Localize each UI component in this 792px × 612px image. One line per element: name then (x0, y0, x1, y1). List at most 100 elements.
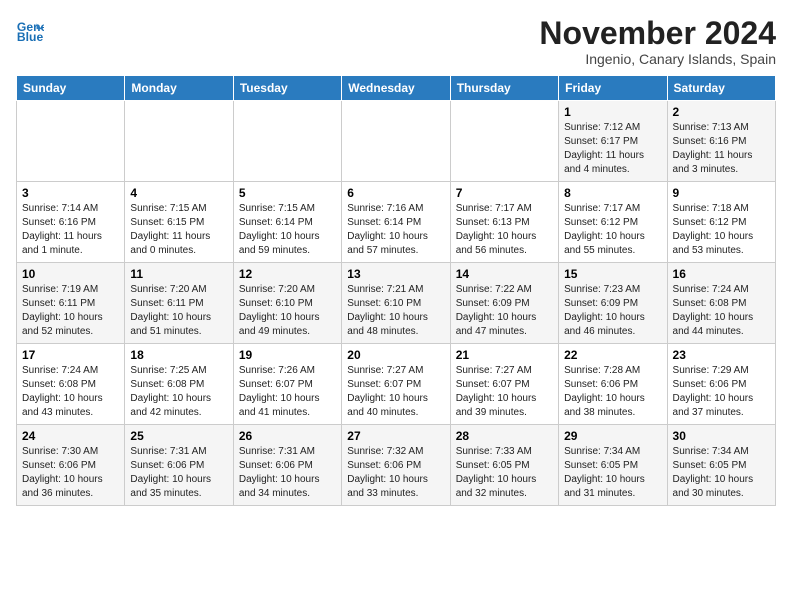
location-subtitle: Ingenio, Canary Islands, Spain (539, 51, 776, 67)
day-info: Sunrise: 7:26 AM Sunset: 6:07 PM Dayligh… (239, 364, 336, 420)
calendar-cell (17, 101, 125, 182)
day-info: Sunrise: 7:31 AM Sunset: 6:06 PM Dayligh… (130, 445, 227, 501)
day-info: Sunrise: 7:34 AM Sunset: 6:05 PM Dayligh… (564, 445, 661, 501)
day-number: 16 (673, 267, 770, 281)
day-info: Sunrise: 7:30 AM Sunset: 6:06 PM Dayligh… (22, 445, 119, 501)
day-number: 21 (456, 348, 553, 362)
day-info: Sunrise: 7:16 AM Sunset: 6:14 PM Dayligh… (347, 202, 444, 258)
calendar-cell (342, 101, 450, 182)
day-number: 9 (673, 186, 770, 200)
calendar-cell: 18Sunrise: 7:25 AM Sunset: 6:08 PM Dayli… (125, 344, 233, 425)
calendar-cell (125, 101, 233, 182)
calendar-header: SundayMondayTuesdayWednesdayThursdayFrid… (17, 76, 776, 101)
weekday-header-saturday: Saturday (667, 76, 775, 101)
week-row-4: 17 Sunrise: 7:24 AM Sunset: 6:08 PM Dayli… (17, 344, 776, 425)
calendar-cell: 6 Sunrise: 7:16 AM Sunset: 6:14 PM Daylig… (342, 182, 450, 263)
day-info: Sunrise: 7:22 AM Sunset: 6:09 PM Dayligh… (456, 283, 553, 339)
day-number: 28 (456, 429, 553, 443)
day-info: Sunrise: 7:23 AM Sunset: 6:09 PM Dayligh… (564, 283, 661, 339)
week-row-3: 10 Sunrise: 7:19 AM Sunset: 6:11 PM Dayli… (17, 263, 776, 344)
calendar-cell: 5 Sunrise: 7:15 AM Sunset: 6:14 PM Daylig… (233, 182, 341, 263)
weekday-header-monday: Monday (125, 76, 233, 101)
day-info: Sunrise: 7:13 AM Sunset: 6:16 PM Dayligh… (673, 121, 770, 177)
calendar-cell: 11 Sunrise: 7:20 AM Sunset: 6:11 PM Dayli… (125, 263, 233, 344)
calendar-cell: 17 Sunrise: 7:24 AM Sunset: 6:08 PM Dayli… (17, 344, 125, 425)
calendar-cell (233, 101, 341, 182)
day-number: 1 (564, 105, 661, 119)
day-info: Sunrise: 7:27 AM Sunset: 6:07 PM Dayligh… (347, 364, 444, 420)
day-info: Sunrise: 7:34 AM Sunset: 6:05 PM Dayligh… (673, 445, 770, 501)
day-number: 19 (239, 348, 336, 362)
title-block: November 2024 Ingenio, Canary Islands, S… (539, 16, 776, 67)
day-info: Sunrise: 7:24 AM Sunset: 6:08 PM Dayligh… (673, 283, 770, 339)
calendar-cell: 12Sunrise: 7:20 AM Sunset: 6:10 PM Dayli… (233, 263, 341, 344)
calendar-cell: 27 Sunrise: 7:32 AM Sunset: 6:06 PM Dayli… (342, 425, 450, 506)
calendar-cell (450, 101, 558, 182)
weekday-header-wednesday: Wednesday (342, 76, 450, 101)
calendar-cell: 30Sunrise: 7:34 AM Sunset: 6:05 PM Dayli… (667, 425, 775, 506)
calendar-cell: 26Sunrise: 7:31 AM Sunset: 6:06 PM Dayli… (233, 425, 341, 506)
day-info: Sunrise: 7:18 AM Sunset: 6:12 PM Dayligh… (673, 202, 770, 258)
calendar-cell: 2 Sunrise: 7:13 AM Sunset: 6:16 PM Daylig… (667, 101, 775, 182)
day-info: Sunrise: 7:12 AM Sunset: 6:17 PM Dayligh… (564, 121, 661, 177)
day-number: 27 (347, 429, 444, 443)
day-info: Sunrise: 7:17 AM Sunset: 6:13 PM Dayligh… (456, 202, 553, 258)
calendar-cell: 7Sunrise: 7:17 AM Sunset: 6:13 PM Daylig… (450, 182, 558, 263)
month-title: November 2024 (539, 16, 776, 51)
calendar-cell: 13 Sunrise: 7:21 AM Sunset: 6:10 PM Dayli… (342, 263, 450, 344)
weekday-header-friday: Friday (559, 76, 667, 101)
svg-text:Blue: Blue (17, 30, 44, 44)
calendar-cell: 1 Sunrise: 7:12 AM Sunset: 6:17 PM Daylig… (559, 101, 667, 182)
day-info: Sunrise: 7:32 AM Sunset: 6:06 PM Dayligh… (347, 445, 444, 501)
calendar-cell: 9 Sunrise: 7:18 AM Sunset: 6:12 PM Daylig… (667, 182, 775, 263)
day-number: 10 (22, 267, 119, 281)
calendar-cell: 8 Sunrise: 7:17 AM Sunset: 6:12 PM Daylig… (559, 182, 667, 263)
day-number: 24 (22, 429, 119, 443)
calendar-cell: 24 Sunrise: 7:30 AM Sunset: 6:06 PM Dayli… (17, 425, 125, 506)
day-number: 5 (239, 186, 336, 200)
day-info: Sunrise: 7:33 AM Sunset: 6:05 PM Dayligh… (456, 445, 553, 501)
day-number: 6 (347, 186, 444, 200)
day-info: Sunrise: 7:20 AM Sunset: 6:11 PM Dayligh… (130, 283, 227, 339)
day-number: 15 (564, 267, 661, 281)
day-number: 4 (130, 186, 227, 200)
calendar-cell: 3Sunrise: 7:14 AM Sunset: 6:16 PM Daylig… (17, 182, 125, 263)
calendar-table: SundayMondayTuesdayWednesdayThursdayFrid… (16, 75, 776, 506)
day-number: 22 (564, 348, 661, 362)
day-info: Sunrise: 7:15 AM Sunset: 6:15 PM Dayligh… (130, 202, 227, 258)
day-info: Sunrise: 7:27 AM Sunset: 6:07 PM Dayligh… (456, 364, 553, 420)
week-row-2: 3Sunrise: 7:14 AM Sunset: 6:16 PM Daylig… (17, 182, 776, 263)
day-info: Sunrise: 7:15 AM Sunset: 6:14 PM Dayligh… (239, 202, 336, 258)
calendar-cell: 22 Sunrise: 7:28 AM Sunset: 6:06 PM Dayli… (559, 344, 667, 425)
day-number: 20 (347, 348, 444, 362)
calendar-cell: 29 Sunrise: 7:34 AM Sunset: 6:05 PM Dayli… (559, 425, 667, 506)
day-info: Sunrise: 7:31 AM Sunset: 6:06 PM Dayligh… (239, 445, 336, 501)
weekday-header-thursday: Thursday (450, 76, 558, 101)
day-info: Sunrise: 7:24 AM Sunset: 6:08 PM Dayligh… (22, 364, 119, 420)
calendar-cell: 16 Sunrise: 7:24 AM Sunset: 6:08 PM Dayli… (667, 263, 775, 344)
day-info: Sunrise: 7:21 AM Sunset: 6:10 PM Dayligh… (347, 283, 444, 339)
calendar-cell: 23Sunrise: 7:29 AM Sunset: 6:06 PM Dayli… (667, 344, 775, 425)
day-number: 29 (564, 429, 661, 443)
logo-icon: General Blue (16, 16, 44, 44)
weekday-header-tuesday: Tuesday (233, 76, 341, 101)
calendar-cell: 4 Sunrise: 7:15 AM Sunset: 6:15 PM Daylig… (125, 182, 233, 263)
day-number: 14 (456, 267, 553, 281)
day-number: 17 (22, 348, 119, 362)
day-number: 13 (347, 267, 444, 281)
day-info: Sunrise: 7:17 AM Sunset: 6:12 PM Dayligh… (564, 202, 661, 258)
day-info: Sunrise: 7:28 AM Sunset: 6:06 PM Dayligh… (564, 364, 661, 420)
week-row-1: 1 Sunrise: 7:12 AM Sunset: 6:17 PM Daylig… (17, 101, 776, 182)
calendar-cell: 19 Sunrise: 7:26 AM Sunset: 6:07 PM Dayli… (233, 344, 341, 425)
calendar-cell: 25 Sunrise: 7:31 AM Sunset: 6:06 PM Dayli… (125, 425, 233, 506)
day-info: Sunrise: 7:20 AM Sunset: 6:10 PM Dayligh… (239, 283, 336, 339)
day-number: 11 (130, 267, 227, 281)
day-number: 8 (564, 186, 661, 200)
page-header: General Blue November 2024 Ingenio, Cana… (16, 16, 776, 67)
day-number: 25 (130, 429, 227, 443)
week-row-5: 24 Sunrise: 7:30 AM Sunset: 6:06 PM Dayli… (17, 425, 776, 506)
day-number: 2 (673, 105, 770, 119)
day-info: Sunrise: 7:19 AM Sunset: 6:11 PM Dayligh… (22, 283, 119, 339)
day-number: 23 (673, 348, 770, 362)
calendar-cell: 10 Sunrise: 7:19 AM Sunset: 6:11 PM Dayli… (17, 263, 125, 344)
